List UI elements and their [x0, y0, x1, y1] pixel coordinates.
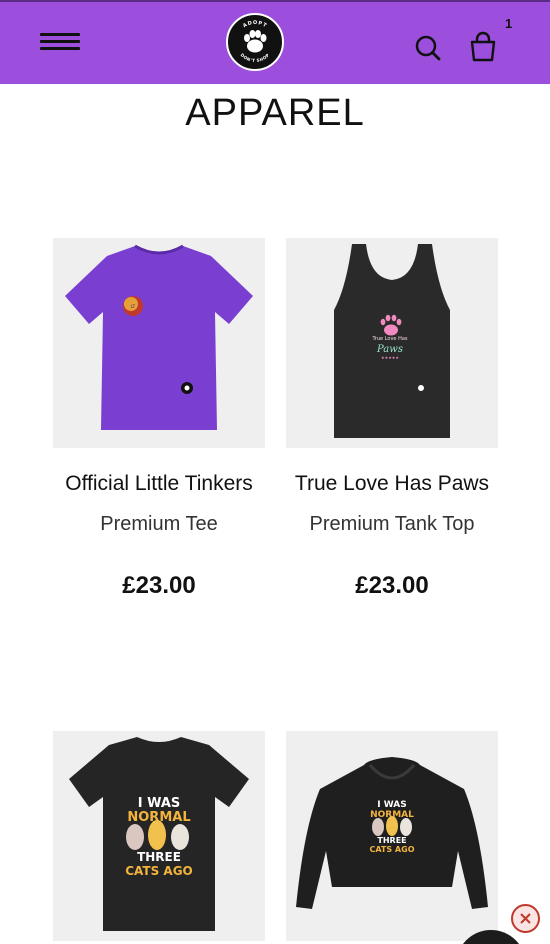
svg-text:DON'T SHOP: DON'T SHOP — [240, 52, 271, 63]
product-name[interactable]: Official Little Tinkers — [33, 472, 285, 496]
product-type: Premium Tee — [100, 513, 218, 535]
shopping-bag-icon[interactable] — [468, 31, 498, 63]
close-x-icon[interactable] — [511, 904, 540, 933]
cats-graphic — [126, 820, 189, 850]
product-name[interactable]: True Love Has Paws — [266, 472, 518, 496]
adopt-dont-shop-logo[interactable]: ADOPT DON'T SHOP — [226, 13, 284, 71]
paw-icon — [244, 30, 267, 53]
logo-bottom-text: DON'T SHOP — [240, 52, 271, 63]
product-image-black-tee-cats[interactable]: I WAS NORMAL THREE CATS AGO — [53, 731, 265, 941]
product-image-black-tank-top[interactable]: Paws True Love Has ★★★★★ — [286, 238, 498, 448]
cart-count-badge[interactable]: 1 — [505, 16, 512, 31]
svg-text:★★★★★: ★★★★★ — [381, 355, 399, 360]
svg-text:LT: LT — [131, 304, 136, 309]
svg-text:CATS AGO: CATS AGO — [369, 845, 414, 854]
svg-text:THREE: THREE — [377, 836, 406, 845]
product-image-black-cropped-hoodie[interactable]: I WAS NORMAL THREE CATS AGO — [286, 731, 498, 941]
product-price: £23.00 — [355, 572, 429, 599]
hamburger-menu-icon[interactable] — [40, 32, 80, 52]
search-icon[interactable] — [414, 34, 442, 62]
product-image-purple-tee[interactable]: LT — [53, 238, 265, 448]
svg-text:CATS AGO: CATS AGO — [125, 864, 193, 878]
page-title: APPAREL — [185, 92, 365, 134]
svg-text:True Love Has: True Love Has — [371, 336, 407, 342]
svg-text:I WAS: I WAS — [138, 796, 181, 811]
logo-top-text: ADOPT — [242, 20, 267, 29]
svg-text:I WAS: I WAS — [377, 800, 406, 810]
svg-text:ADOPT: ADOPT — [242, 20, 268, 29]
svg-text:Paws: Paws — [376, 344, 403, 355]
product-type: Premium Tank Top — [309, 513, 475, 535]
product-price: £23.00 — [122, 572, 196, 599]
top-navigation-bar: ADOPT DON'T SHOP 1 — [0, 0, 550, 84]
svg-text:THREE: THREE — [137, 850, 181, 864]
